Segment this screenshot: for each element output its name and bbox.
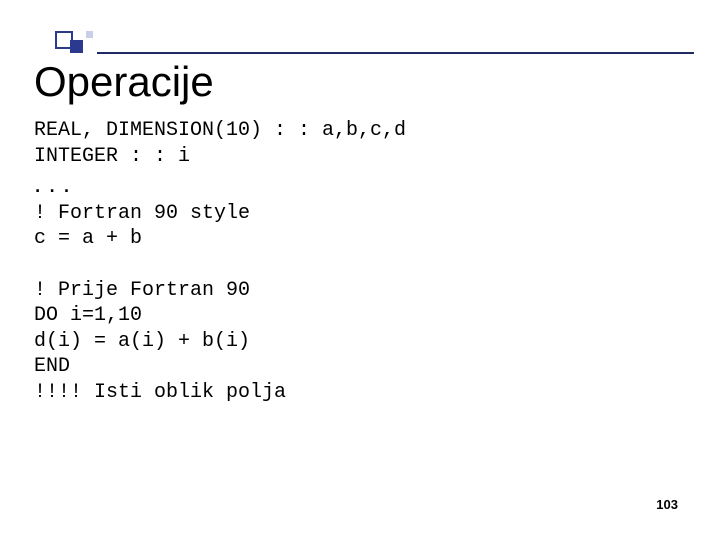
- code-line: ! Prije Fortran 90: [34, 279, 250, 302]
- code-line: REAL, DIMENSION(10) : : a,b,c,d: [34, 119, 406, 142]
- code-line: DO i=1,10: [34, 304, 142, 327]
- code-line: INTEGER : : i: [34, 145, 190, 168]
- ellipsis: . . .: [34, 168, 70, 198]
- code-line: ! Fortran 90 style: [34, 202, 250, 225]
- code-line: !!!! Isti oblik polja: [34, 381, 286, 404]
- square-solid-icon: [70, 40, 83, 53]
- code-line: END: [34, 355, 70, 378]
- divider: [97, 52, 694, 54]
- square-small-icon: [86, 31, 93, 38]
- code-block: REAL, DIMENSION(10) : : a,b,c,d INTEGER …: [34, 118, 680, 406]
- slide-title: Operacije: [34, 58, 214, 106]
- code-line: c = a + b: [34, 227, 142, 250]
- header-decoration: [0, 16, 720, 40]
- code-line: [34, 253, 46, 276]
- slide: Operacije REAL, DIMENSION(10) : : a,b,c,…: [0, 0, 720, 540]
- code-line: d(i) = a(i) + b(i): [34, 330, 250, 353]
- page-number: 103: [656, 497, 678, 512]
